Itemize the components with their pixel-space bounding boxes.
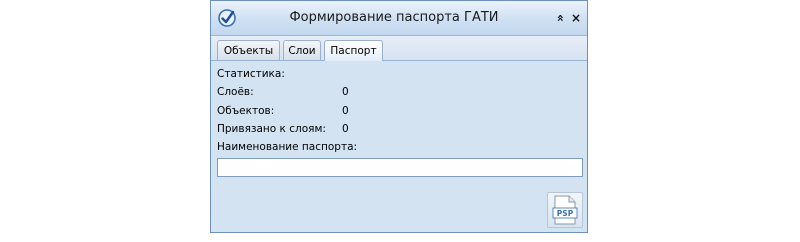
collapse-icon[interactable]: » — [553, 11, 567, 25]
close-icon[interactable]: × — [569, 11, 583, 25]
tab-passport[interactable]: Паспорт — [324, 40, 383, 61]
title-bar[interactable]: Формирование паспорта ГАТИ » × — [211, 1, 587, 36]
tab-layers[interactable]: Слои — [283, 40, 321, 60]
objects-count-value: 0 — [342, 105, 349, 117]
tab-strip: Объекты Слои Паспорт — [211, 36, 587, 61]
bound-count-value: 0 — [342, 123, 349, 135]
checkmark-icon — [217, 8, 237, 28]
objects-count-label: Объектов: — [217, 105, 275, 117]
layers-count-value: 0 — [342, 86, 349, 98]
pdf-file-icon: PSP — [552, 195, 578, 225]
passport-name-label: Наименование паспорта: — [217, 141, 358, 153]
passport-window: Формирование паспорта ГАТИ » × Объекты С… — [210, 0, 588, 233]
bound-count-label: Привязано к слоям: — [217, 123, 326, 135]
layers-count-label: Слоёв: — [217, 86, 254, 98]
tab-objects[interactable]: Объекты — [217, 40, 280, 60]
pdf-icon-text: PSP — [557, 209, 574, 218]
statistics-header: Статистика: — [217, 68, 285, 80]
generate-pdf-button[interactable]: PSP — [547, 192, 583, 228]
passport-panel: Статистика: Слоёв: 0 Объектов: 0 Привяза… — [211, 61, 587, 232]
passport-name-input[interactable] — [217, 158, 583, 177]
window-title: Формирование паспорта ГАТИ — [289, 10, 499, 25]
